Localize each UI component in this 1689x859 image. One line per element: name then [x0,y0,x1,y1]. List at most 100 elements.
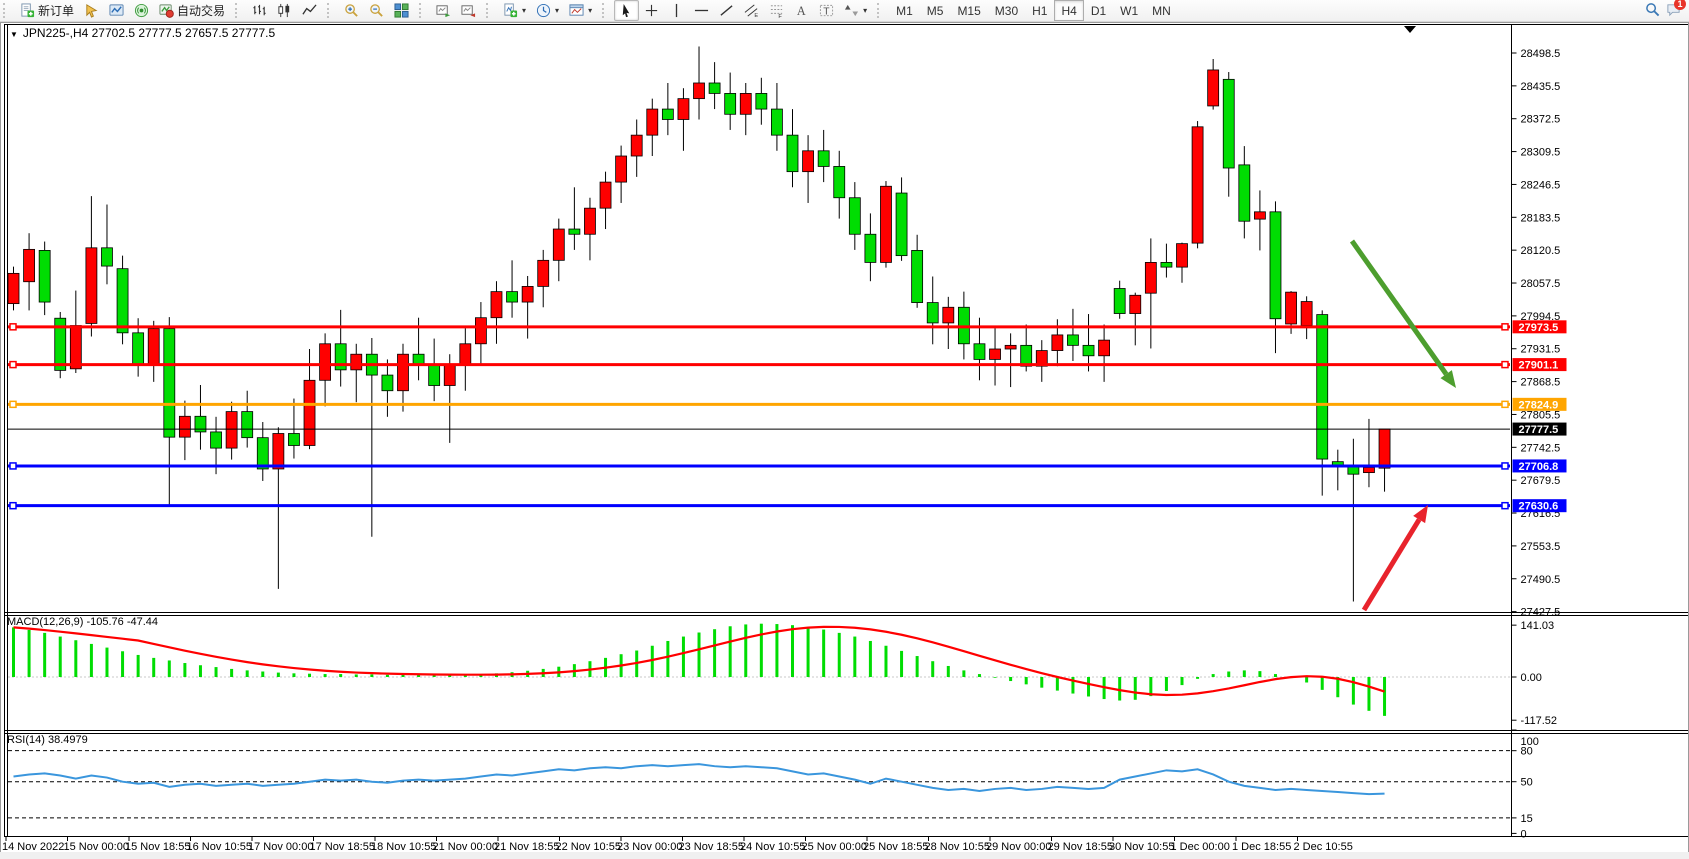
price-tick-label: 28372.5 [1521,114,1561,126]
candle-bearish [1239,165,1250,221]
hline-price-chip-label: 27901.1 [1519,360,1559,372]
candle-bearish [865,234,876,262]
candle-bullish [1363,467,1374,472]
chevron-down-icon[interactable]: ▾ [588,6,592,15]
candle-bullish [600,182,611,208]
toolbar-crosshair-button[interactable] [639,0,664,21]
price-tick-label: 27427.5 [1521,607,1561,619]
chevron-down-icon[interactable]: ▾ [863,6,867,15]
candle-bullish [1052,335,1063,351]
toolbar-chart-pointer-button[interactable] [79,0,104,21]
toolbar-new-order-button[interactable]: 新订单 [15,0,79,21]
candle-bearish [382,375,393,391]
toolbar-indicators-button[interactable]: ▾ [498,0,531,21]
price-tick-label: 27679.5 [1521,475,1561,487]
toolbar-text-button[interactable]: A [789,0,814,21]
candle-bullish [647,109,658,135]
timeframe-h1-button[interactable]: H1 [1025,0,1054,21]
timeframe-h4-button[interactable]: H4 [1054,0,1083,21]
time-tick-label: 16 Nov 10:55 [187,841,252,853]
toolbar-text-label-button[interactable]: T [814,0,839,21]
toolbar-fibonacci-button[interactable]: F [764,0,789,21]
hline-handle[interactable] [10,503,16,509]
toolbar-auto-scroll-button[interactable] [431,0,456,21]
toolbar-cursor-button[interactable] [614,0,639,21]
hline-handle[interactable] [1502,362,1508,368]
timeframe-w1-button[interactable]: W1 [1113,0,1145,21]
auto-scroll-icon [436,3,451,18]
chart-title-collapse-icon[interactable]: ▼ [10,30,18,39]
zoom-out-icon [369,3,384,18]
candle-bullish [990,349,1001,359]
toolbar-separator [486,3,493,18]
hline-price-chip-label: 27824.9 [1519,399,1559,411]
candle-bearish [429,365,440,386]
candle-bearish [834,166,845,197]
search-icon[interactable] [1645,2,1660,20]
price-tick-label: 27742.5 [1521,442,1561,454]
candle-bullish [148,329,159,366]
toolbar-autotrading-button[interactable]: 自动交易 [154,0,230,21]
toolbar-profiles-button[interactable] [104,0,129,21]
toolbar-zoom-in-button[interactable] [339,0,364,21]
candle-bullish [70,326,81,369]
timeframe-mn-button[interactable]: MN [1145,0,1178,21]
hline-handle[interactable] [1502,503,1508,509]
toolbar-periods-button[interactable]: ▾ [531,0,564,21]
price-tick-label: 27931.5 [1521,344,1561,356]
price-tick-label: 27868.5 [1521,377,1561,389]
hline-handle[interactable] [1502,401,1508,407]
macd-indicator-label: MACD(12,26,9) -105.76 -47.44 [7,616,158,628]
new-order-icon [20,3,35,18]
candle-bullish [304,380,315,445]
toolbar-chart-shift-button[interactable] [456,0,481,21]
toolbar-vline-button[interactable] [664,0,689,21]
toolbar-arrows-tool-button[interactable]: ▾ [839,0,872,21]
chart-canvas[interactable]: 28498.528435.528372.528309.528246.528183… [0,21,1689,859]
toolbar-bars-button[interactable] [247,0,272,21]
chevron-down-icon[interactable]: ▾ [522,6,526,15]
timeframe-d1-button[interactable]: D1 [1084,0,1113,21]
candle-bearish [257,438,268,469]
candle-bearish [101,248,112,266]
timeframe-m30-button[interactable]: M30 [988,0,1025,21]
toolbar-group-zoom [337,0,416,21]
price-tick-label: 28498.5 [1521,48,1561,60]
candle-bullish [86,248,97,324]
hline-handle[interactable] [1502,324,1508,330]
chart-title[interactable]: ▼JPN225-,H4 27702.5 27777.5 27657.5 2777… [10,26,275,40]
hline-handle[interactable] [10,401,16,407]
toolbar-line-chart-button[interactable] [297,0,322,21]
hline-handle[interactable] [1502,463,1508,469]
candle-bearish [709,83,720,93]
candle-bearish [849,198,860,235]
time-tick-label: 30 Nov 10:55 [1109,841,1174,853]
candle-bullish [880,186,891,262]
toolbar-hline-button[interactable] [689,0,714,21]
chevron-down-icon[interactable]: ▾ [555,6,559,15]
time-tick-label: 25 Nov 00:00 [802,841,867,853]
notifications-button[interactable]: 1 [1666,2,1681,20]
timeframe-m5-button[interactable]: M5 [920,0,951,21]
candle-bullish [460,344,471,365]
toolbar-trendline-button[interactable] [714,0,739,21]
candle-bullish [1099,340,1110,356]
timeframe-m1-button[interactable]: M1 [889,0,920,21]
timeframe-m15-button[interactable]: M15 [950,0,987,21]
hline-handle[interactable] [10,324,16,330]
toolbar-tile-windows-button[interactable] [389,0,414,21]
chart-shift-icon [461,3,476,18]
hline-handle[interactable] [10,463,16,469]
toolbar-zoom-out-button[interactable] [364,0,389,21]
toolbar-signal-button[interactable] [129,0,154,21]
time-tick-label: 29 Nov 00:00 [986,841,1051,853]
toolbar-channel-button[interactable]: E [739,0,764,21]
toolbar-separator [419,3,426,18]
candle-bullish [1208,70,1219,106]
toolbar-templates-button[interactable]: ▾ [564,0,597,21]
hline-handle[interactable] [10,362,16,368]
rsi-axis-label: 80 [1521,746,1533,758]
candle-bearish [1021,345,1032,366]
toolbar-separator [327,3,334,18]
toolbar-candles-button[interactable] [272,0,297,21]
